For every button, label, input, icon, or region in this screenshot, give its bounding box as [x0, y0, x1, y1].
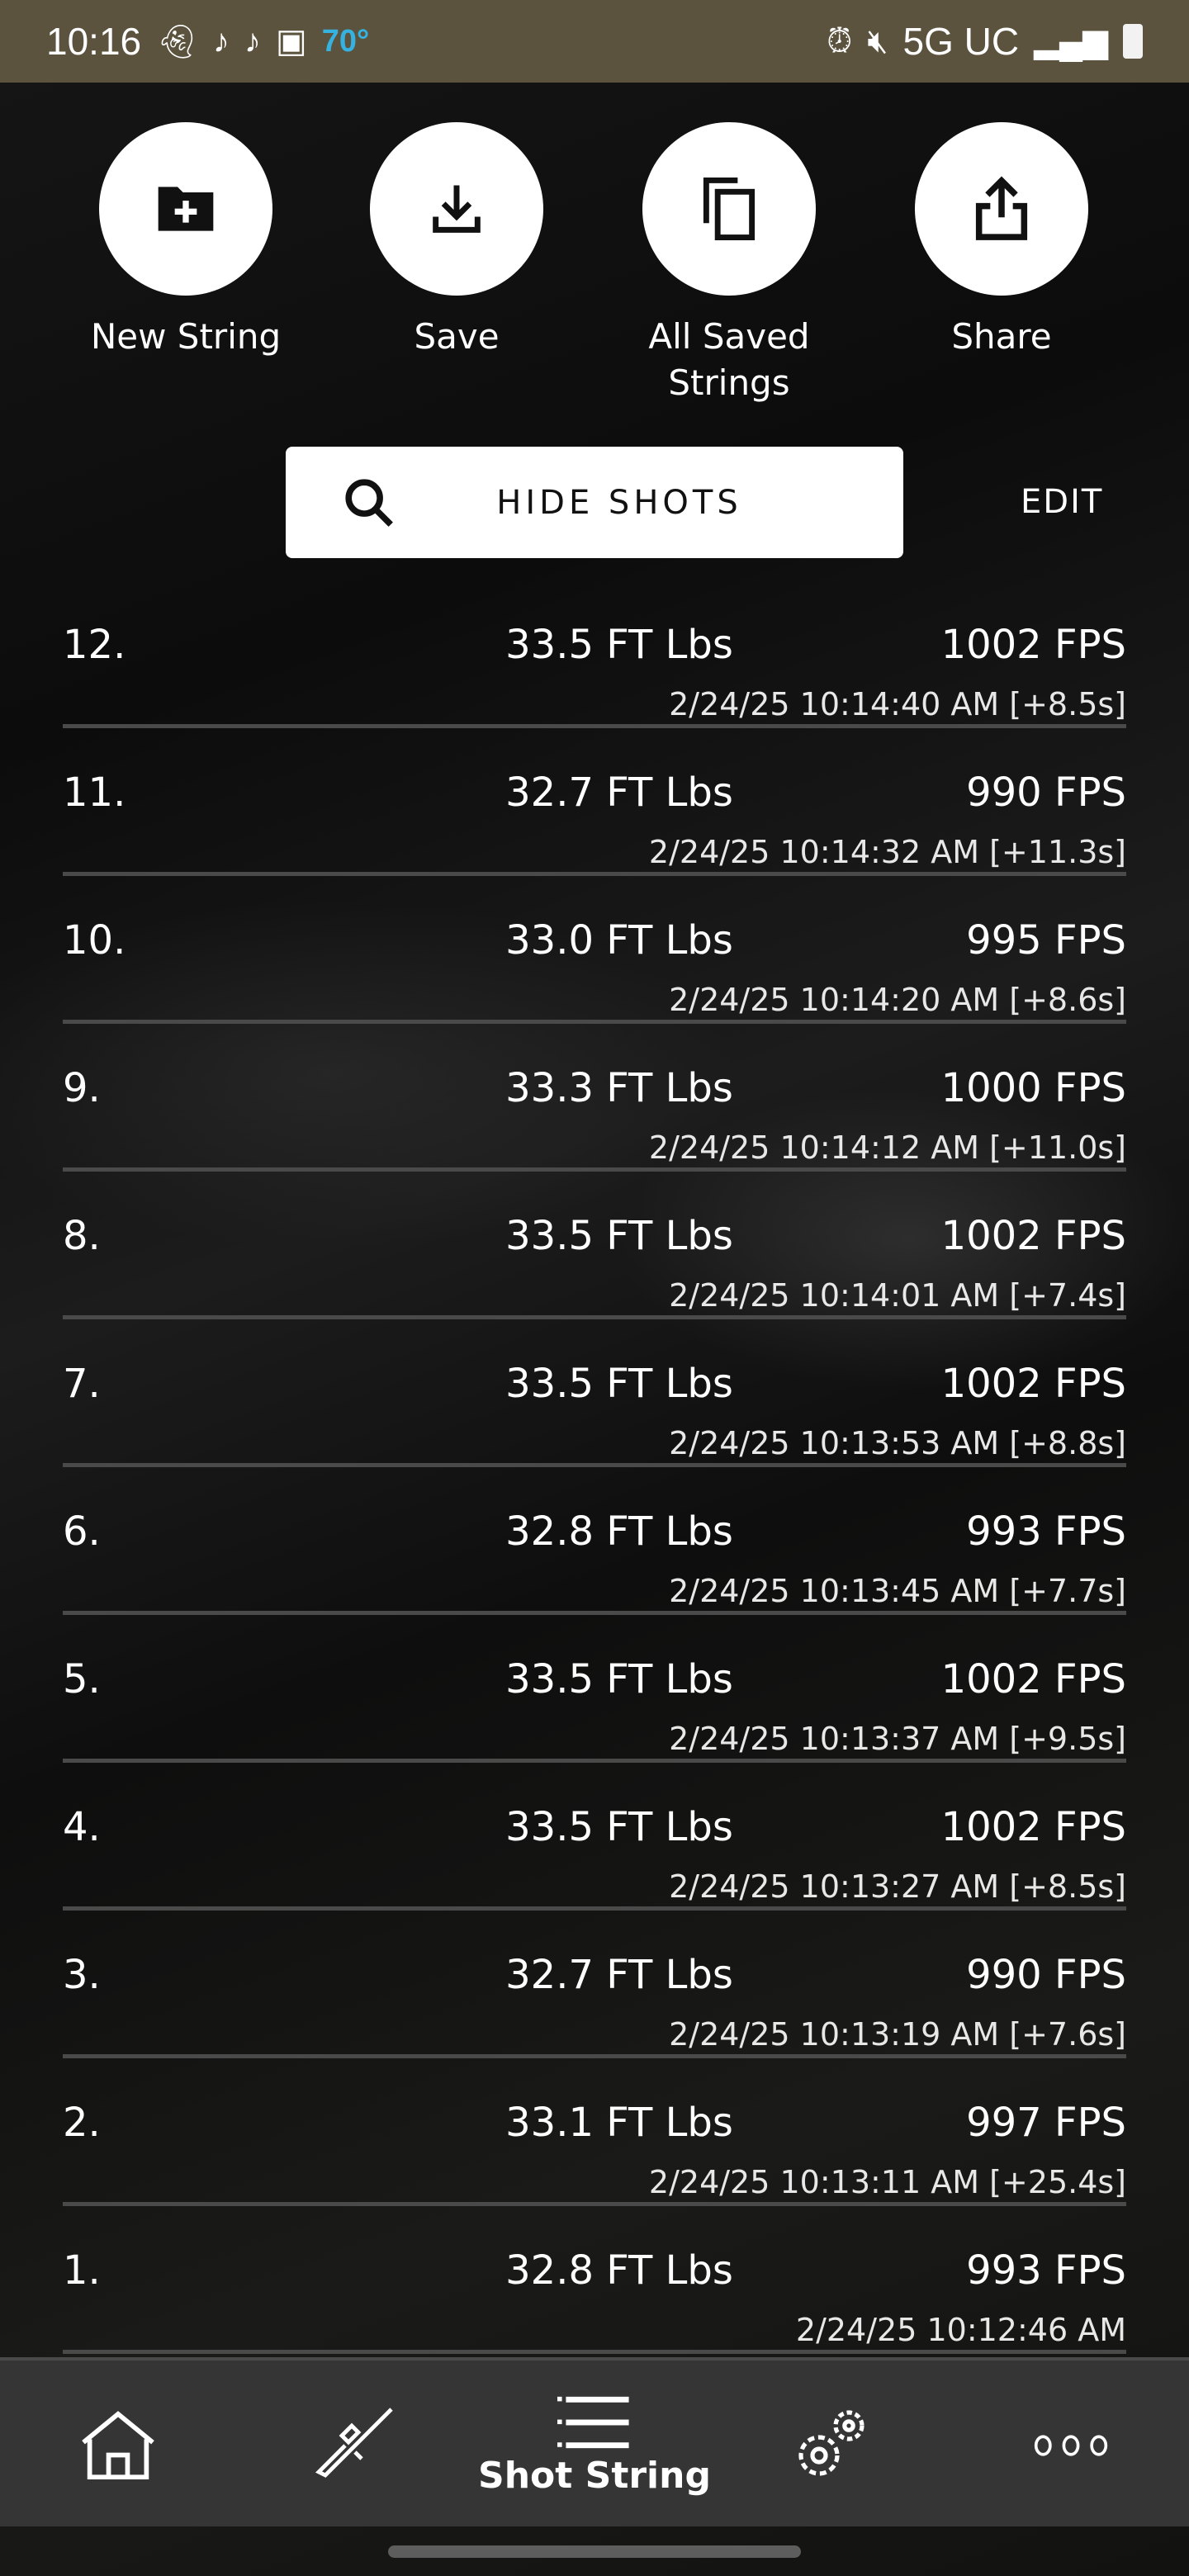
shot-timestamp: 2/24/25 10:13:37 AM [+9.5s] [669, 1721, 1126, 1757]
shot-row[interactable]: 9. 33.3 FT Lbs 1000 FPS 2/24/25 10:14:12… [63, 1024, 1126, 1172]
nav-rifle[interactable] [315, 2361, 395, 2530]
alarm-icon: ⏰︎ [827, 22, 853, 59]
copy-icon [703, 178, 756, 240]
status-bar: 10:16 👻︎ ♪ ♪ ▣ 70° ⏰︎ 🔇︎ 5G UC ▂▄▆ [0, 0, 1189, 83]
shot-velocity: 990 FPS [966, 1952, 1126, 1998]
shot-velocity: 995 FPS [966, 917, 1126, 964]
shot-row[interactable]: 1. 32.8 FT Lbs 993 FPS 2/24/25 10:12:46 … [63, 2206, 1126, 2354]
shot-timestamp: 2/24/25 10:13:11 AM [+25.4s] [648, 2164, 1126, 2200]
shot-velocity: 993 FPS [966, 2247, 1126, 2294]
shot-velocity: 1002 FPS [940, 624, 1126, 668]
shot-velocity: 1002 FPS [940, 1213, 1126, 1259]
shot-row[interactable]: 3. 32.7 FT Lbs 990 FPS 2/24/25 10:13:19 … [63, 1911, 1126, 2058]
new-folder-icon [158, 187, 214, 231]
search-icon [345, 478, 393, 527]
shot-timestamp: 2/24/25 10:14:01 AM [+7.4s] [669, 1277, 1126, 1314]
shot-row[interactable]: 7. 33.5 FT Lbs 1002 FPS 2/24/25 10:13:53… [63, 1319, 1126, 1467]
shot-velocity: 1002 FPS [940, 1656, 1126, 1702]
snapchat-icon: 👻︎ [156, 23, 198, 60]
temperature: 70° [321, 23, 370, 59]
shot-timestamp: 2/24/25 10:14:20 AM [+8.6s] [669, 982, 1126, 1018]
shot-velocity: 1002 FPS [940, 1361, 1126, 1407]
edit-button[interactable]: EDIT [1021, 483, 1103, 521]
shot-row[interactable]: 4. 33.5 FT Lbs 1002 FPS 2/24/25 10:13:27… [63, 1763, 1126, 1911]
share-button[interactable]: Share [894, 122, 1109, 360]
shot-timestamp: 2/24/25 10:13:53 AM [+8.8s] [669, 1425, 1126, 1461]
hide-shots-button[interactable]: HIDE SHOTS [286, 447, 903, 558]
shot-timestamp: 2/24/25 10:13:27 AM [+8.5s] [669, 1868, 1126, 1905]
shot-velocity: 1000 FPS [940, 1065, 1126, 1111]
shot-row[interactable]: 5. 33.5 FT Lbs 1002 FPS 2/24/25 10:13:37… [63, 1615, 1126, 1763]
rifle-icon [315, 2407, 393, 2478]
shot-timestamp: 2/24/25 10:13:19 AM [+7.6s] [669, 2016, 1126, 2053]
shot-row[interactable]: 11. 32.7 FT Lbs 990 FPS 2/24/25 10:14:32… [63, 728, 1126, 876]
bottom-nav: Shot String [0, 2357, 1189, 2526]
shot-velocity: 1002 FPS [940, 1804, 1126, 1850]
mute-icon: 🔇︎ [867, 22, 888, 59]
action-bar: New String Save All Saved Strings Share [0, 122, 1189, 403]
list-icon [557, 2396, 629, 2449]
shot-row[interactable]: 2. 33.1 FT Lbs 997 FPS 2/24/25 10:13:11 … [63, 2058, 1126, 2206]
app: 10:16 👻︎ ♪ ♪ ▣ 70° ⏰︎ 🔇︎ 5G UC ▂▄▆ New S… [0, 0, 1189, 2576]
shot-velocity: 990 FPS [966, 769, 1126, 816]
shot-timestamp: 2/24/25 10:13:45 AM [+7.7s] [669, 1573, 1126, 1609]
clock: 10:16 [46, 20, 142, 63]
gesture-bar[interactable] [388, 2545, 801, 2558]
nav-settings[interactable] [793, 2361, 872, 2530]
shot-list[interactable]: 12. 33.5 FT Lbs 1002 FPS 2/24/25 10:14:4… [0, 624, 1189, 2357]
signal-icon: ▂▄▆ [1034, 23, 1108, 59]
shot-timestamp: 2/24/25 10:12:46 AM [795, 2312, 1126, 2348]
gallery-icon: ▣ [275, 23, 307, 59]
tiktok-icon: ♪ [212, 22, 230, 59]
home-icon [82, 2410, 154, 2479]
nav-home[interactable] [80, 2361, 156, 2530]
network-type: 5G UC [902, 20, 1020, 63]
share-icon [975, 176, 1028, 240]
gears-icon [798, 2409, 865, 2476]
battery-icon [1123, 24, 1143, 59]
shot-timestamp: 2/24/25 10:14:40 AM [+8.5s] [669, 686, 1126, 722]
shot-timestamp: 2/24/25 10:14:12 AM [+11.0s] [648, 1129, 1126, 1166]
save-button[interactable]: Save [349, 122, 564, 360]
tiktok-icon: ♪ [244, 22, 261, 59]
nav-shot-string[interactable]: Shot String [478, 2361, 711, 2530]
shot-row[interactable]: 6. 32.8 FT Lbs 993 FPS 2/24/25 10:13:45 … [63, 1467, 1126, 1615]
shot-velocity: 993 FPS [966, 1508, 1126, 1555]
shot-row[interactable]: 8. 33.5 FT Lbs 1002 FPS 2/24/25 10:14:01… [63, 1172, 1126, 1319]
shot-row[interactable]: 12. 33.5 FT Lbs 1002 FPS 2/24/25 10:14:4… [63, 624, 1126, 728]
more-icon [1034, 2434, 1108, 2456]
shot-row[interactable]: 10. 33.0 FT Lbs 995 FPS 2/24/25 10:14:20… [63, 876, 1126, 1024]
new-string-button[interactable]: New String [78, 122, 293, 360]
nav-more[interactable] [1033, 2361, 1109, 2530]
shot-timestamp: 2/24/25 10:14:32 AM [+11.3s] [648, 834, 1126, 870]
all-saved-strings-button[interactable]: All Saved Strings [622, 122, 836, 406]
download-icon [433, 185, 481, 233]
shot-velocity: 997 FPS [966, 2100, 1126, 2146]
